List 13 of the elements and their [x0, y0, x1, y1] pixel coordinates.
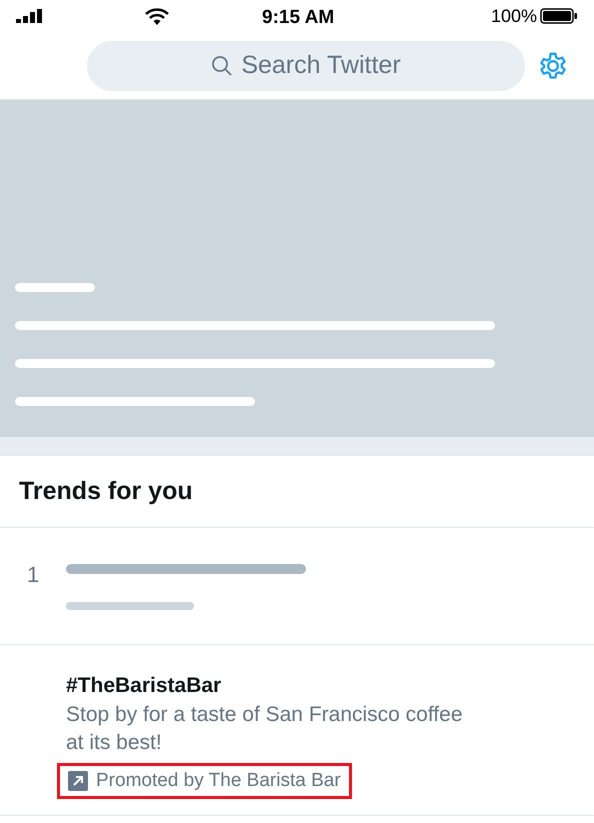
section-heading: Trends for you [19, 476, 193, 507]
promoted-by-label: Promoted by The Barista Bar [96, 768, 341, 793]
search-field[interactable]: Search Twitter [87, 40, 525, 90]
trend-rank: 1 [26, 561, 40, 589]
trend-description: Stop by for a taste of San Francisco coffee at its best! [66, 702, 464, 756]
status-time: 9:15 AM [262, 6, 334, 30]
battery-percent: 100% [490, 4, 537, 28]
search-placeholder: Search Twitter [241, 50, 401, 81]
battery-icon [540, 8, 578, 24]
trend-hashtag[interactable]: #TheBaristaBar [66, 671, 594, 701]
signal-icon [16, 9, 44, 23]
search-icon [211, 54, 234, 76]
wifi-icon [145, 8, 169, 25]
